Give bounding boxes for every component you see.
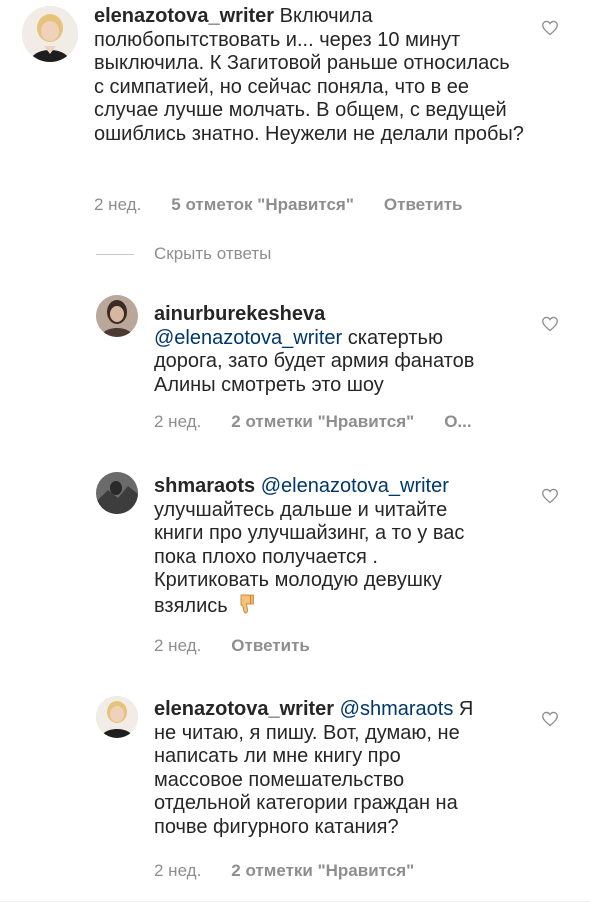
comment-username[interactable]: ainurburekesheva (154, 303, 325, 325)
like-heart-icon[interactable] (541, 20, 559, 36)
avatar[interactable] (96, 472, 138, 514)
avatar[interactable] (96, 295, 138, 337)
comment-mention[interactable]: @elenazotova_writer (261, 475, 449, 497)
comment-text: elenazotova_writer @shmaraots Я не читаю… (154, 698, 494, 840)
reply-button[interactable]: Ответить (384, 195, 463, 215)
comment-username[interactable]: elenazotova_writer (154, 698, 334, 720)
comment-meta: 2 нед. 5 отметок "Нравится" Ответить (94, 195, 462, 215)
comment-text: shmaraots @elenazotova_writer улучшайтес… (154, 475, 494, 619)
reply-button[interactable]: Ответить (231, 636, 310, 656)
thumbs-down-icon (237, 593, 255, 615)
avatar[interactable] (96, 696, 138, 738)
comment-meta: 2 нед. 2 отметки "Нравится" О... (154, 412, 472, 432)
comment-username[interactable]: shmaraots (154, 475, 255, 497)
comment-mention[interactable]: @elenazotova_writer (154, 327, 342, 349)
divider (96, 253, 134, 255)
like-heart-icon[interactable] (541, 488, 559, 504)
comment-time[interactable]: 2 нед. (154, 636, 201, 656)
comment-body: улучшайтесь дальше и читайте книги про у… (154, 498, 465, 617)
like-heart-icon[interactable] (541, 316, 559, 332)
comment-time[interactable]: 2 нед. (154, 861, 201, 881)
comment-time[interactable]: 2 нед. (94, 195, 141, 215)
comment-likes-count[interactable]: 2 отметки "Нравится" (231, 861, 414, 881)
comments-thread: elenazotova_writer Включила полюбопытств… (0, 0, 590, 906)
comment-likes-count[interactable]: 2 отметки "Нравится" (231, 412, 414, 432)
hide-replies-button[interactable]: Скрыть ответы (96, 244, 271, 264)
avatar[interactable] (22, 6, 78, 62)
comment-text: elenazotova_writer Включила полюбопытств… (94, 5, 524, 147)
like-heart-icon[interactable] (541, 711, 559, 727)
comment-mention[interactable]: @shmaraots (340, 698, 454, 720)
comment-meta: 2 нед. 2 отметки "Нравится" (154, 861, 444, 881)
comment-text: ainurburekesheva @elenazotova_writer ска… (154, 303, 484, 397)
comment-username[interactable]: elenazotova_writer (94, 5, 274, 27)
comment-time[interactable]: 2 нед. (154, 412, 201, 432)
divider (0, 901, 590, 902)
comment-likes-count[interactable]: 5 отметок "Нравится" (171, 195, 354, 215)
comment-meta: 2 нед. Ответить (154, 636, 310, 656)
reply-button[interactable]: О... (444, 412, 471, 432)
hide-replies-label: Скрыть ответы (154, 244, 272, 263)
